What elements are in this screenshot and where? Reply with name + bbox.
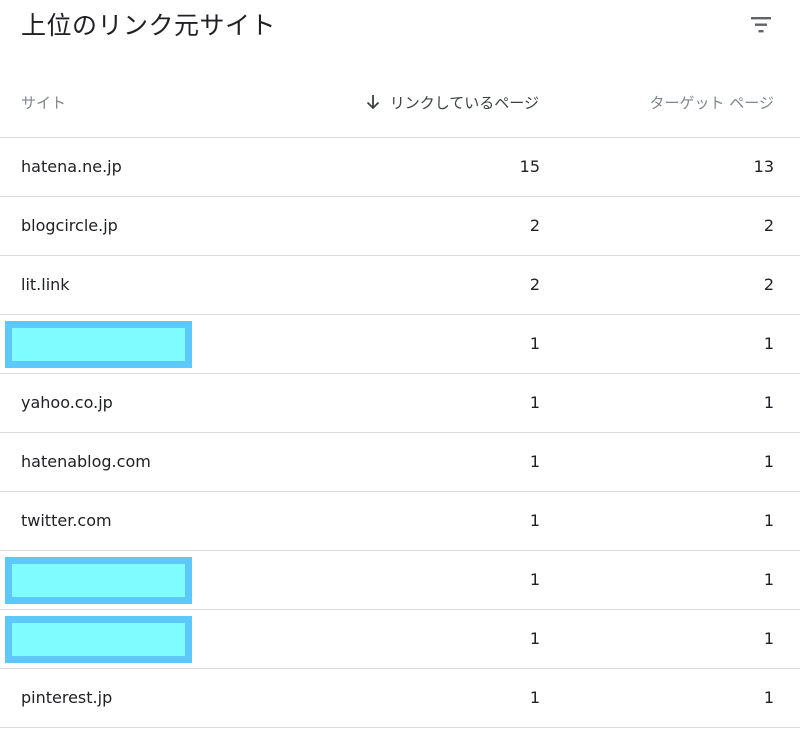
column-header-site[interactable]: サイト bbox=[21, 74, 66, 137]
table-row[interactable]: hatena.ne.jp 15 13 bbox=[0, 138, 800, 197]
linking-pages-count: 1 bbox=[529, 629, 540, 648]
table-row[interactable]: 11 bbox=[0, 315, 800, 374]
table-row[interactable]: twitter.com 1 1 bbox=[0, 492, 800, 551]
site-name: pinterest.jp bbox=[21, 688, 113, 707]
site-name: blogcircle.jp bbox=[21, 216, 118, 235]
target-pages-count: 1 bbox=[763, 393, 774, 412]
site-name: hatena.ne.jp bbox=[21, 157, 122, 176]
site-name: hatenablog.com bbox=[21, 452, 151, 471]
site-name: yahoo.co.jp bbox=[21, 393, 113, 412]
column-header-target-pages[interactable]: ターゲット ページ bbox=[650, 74, 774, 137]
linking-pages-count: 1 bbox=[529, 452, 540, 471]
linking-pages-count: 2 bbox=[529, 275, 540, 294]
site-name: lit.link bbox=[21, 275, 70, 294]
filter-list-icon bbox=[751, 17, 771, 33]
target-pages-count: 1 bbox=[763, 629, 774, 648]
table-row[interactable]: blogcircle.jp 2 2 bbox=[0, 197, 800, 256]
linking-pages-count: 1 bbox=[529, 688, 540, 707]
target-pages-count: 1 bbox=[763, 688, 774, 707]
card-title: 上位のリンク元サイト bbox=[21, 11, 277, 40]
linking-pages-count: 2 bbox=[529, 216, 540, 235]
linking-pages-count: 1 bbox=[529, 393, 540, 412]
linking-pages-count: 1 bbox=[529, 570, 540, 589]
target-pages-count: 1 bbox=[763, 334, 774, 353]
filter-button[interactable] bbox=[744, 10, 778, 40]
redaction-box bbox=[5, 616, 192, 663]
linking-pages-count: 1 bbox=[529, 511, 540, 530]
table-row[interactable]: lit.link 2 2 bbox=[0, 256, 800, 315]
table-row[interactable]: hatenablog.com 1 1 bbox=[0, 433, 800, 492]
redaction-box bbox=[5, 321, 192, 368]
target-pages-count: 1 bbox=[763, 452, 774, 471]
target-pages-count: 1 bbox=[763, 511, 774, 530]
column-header-linking-pages[interactable]: リンクしているページ bbox=[366, 74, 539, 137]
redaction-box bbox=[5, 557, 192, 604]
site-name: twitter.com bbox=[21, 511, 112, 530]
table-header: サイト リンクしているページ ターゲット ページ bbox=[0, 74, 800, 138]
target-pages-count: 1 bbox=[763, 570, 774, 589]
table-row[interactable]: pinterest.jp 1 1 bbox=[0, 669, 800, 728]
top-linking-sites-card: 上位のリンク元サイト サイト リンクしているページ ターゲット ページ hate… bbox=[0, 0, 800, 729]
table-row[interactable]: yahoo.co.jp 1 1 bbox=[0, 374, 800, 433]
target-pages-count: 13 bbox=[753, 157, 774, 176]
table-row[interactable]: 11 bbox=[0, 610, 800, 669]
target-pages-count: 2 bbox=[763, 216, 774, 235]
linking-pages-count: 15 bbox=[519, 157, 540, 176]
table-body: hatena.ne.jp 15 13 blogcircle.jp 2 2 lit.link 2… bbox=[0, 138, 800, 728]
arrow-downward-icon bbox=[366, 95, 379, 110]
column-header-linking-pages-label: リンクしているページ bbox=[389, 94, 539, 112]
linking-pages-count: 1 bbox=[529, 334, 540, 353]
target-pages-count: 2 bbox=[763, 275, 774, 294]
table-row[interactable]: 11 bbox=[0, 551, 800, 610]
card-header: 上位のリンク元サイト bbox=[0, 0, 800, 60]
